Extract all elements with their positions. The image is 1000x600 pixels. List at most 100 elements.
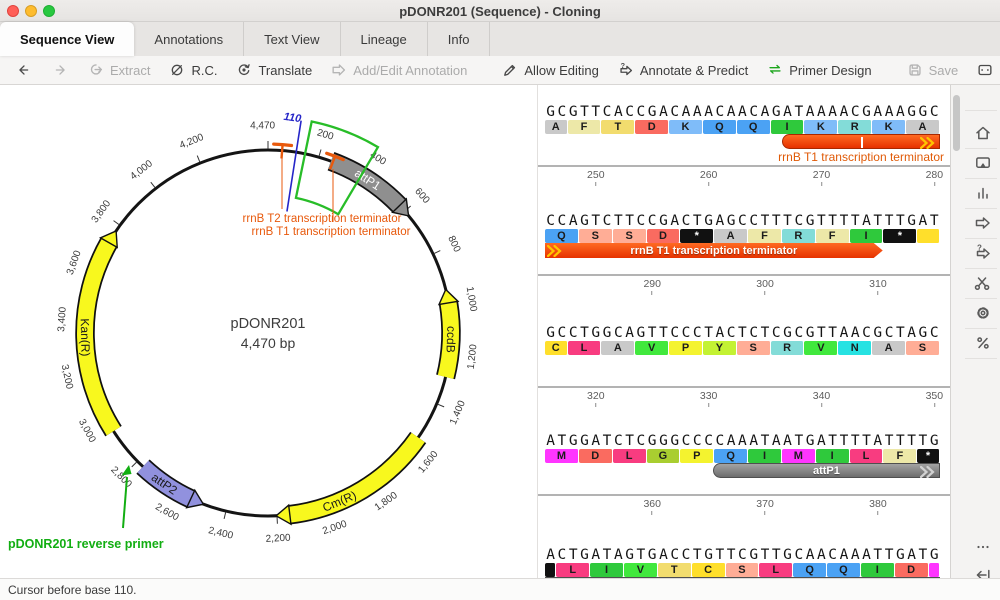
- amino-acid-S: S: [737, 341, 771, 355]
- forward-icon: [51, 61, 69, 79]
- percent-icon[interactable]: [966, 331, 1000, 355]
- amino-acid-V: V: [624, 563, 658, 577]
- plasmid-size: 4,470 bp: [241, 335, 296, 351]
- amino-acid-K: K: [872, 120, 906, 134]
- amino-acid-partial: [545, 563, 556, 577]
- amino-acid-S: S: [613, 229, 647, 243]
- window-title: pDONR201 (Sequence) - Cloning: [0, 4, 1000, 19]
- dna-row[interactable]: GCGTTCACCGACAAACAACAGATAAAACGAAAGGC: [545, 104, 940, 120]
- amino-acid-F: F: [816, 229, 850, 243]
- dna-row[interactable]: ACTGATAGTGACCTGTTCGTTGCAACAAATTGATG: [545, 547, 940, 563]
- ellipsis-icon[interactable]: [966, 535, 1000, 559]
- amino-acid-T: T: [601, 120, 635, 134]
- feature-zone: rrnB T1 transcription terminator: [545, 243, 940, 273]
- ruler-tick-290: 290: [643, 278, 661, 295]
- amino-acid-partial: [917, 229, 940, 243]
- amino-acid-I: I: [748, 449, 782, 463]
- feature-bar-rrnB-T1-transcription-terminator[interactable]: rrnB T1 transcription terminator: [545, 243, 883, 258]
- translation-row: QSSD*AFRFI*: [545, 229, 940, 243]
- toolbar: ExtractR.C.TranslateAdd/Edit AnnotationA…: [0, 56, 1000, 85]
- allow-editing-button[interactable]: Allow Editing: [494, 58, 605, 82]
- add-edit-annotation-label: Add/Edit Annotation: [353, 63, 467, 78]
- save-button: Save: [899, 58, 966, 82]
- translation-row: CLAVPYSRVNAS: [545, 341, 940, 355]
- monitor-icon[interactable]: [966, 151, 1000, 175]
- svg-text:?: ?: [977, 244, 982, 253]
- tab-text-view[interactable]: Text View: [244, 22, 340, 56]
- amino-acid-A: A: [601, 341, 635, 355]
- home-icon[interactable]: [966, 121, 1000, 145]
- sequence-panel[interactable]: GCGTTCACCGACAAACAACAGATAAAACGAAAGGCAFTDK…: [538, 85, 950, 578]
- panel-toggle-button[interactable]: [969, 58, 1000, 82]
- map-tick-label: 3,200: [59, 363, 75, 390]
- plasmid-name: pDONR201: [231, 316, 306, 332]
- back-button[interactable]: [8, 58, 40, 82]
- translate-label: Translate: [258, 63, 312, 78]
- dna-row[interactable]: CCAGTCTTCCGACTGAGCCTTTCGTTTTATTTGAT: [545, 213, 940, 229]
- scissors-icon[interactable]: [966, 271, 1000, 295]
- map-tick-label: 3,400: [56, 306, 69, 332]
- amino-acid-F: F: [748, 229, 782, 243]
- ruler-tick-340: 340: [813, 390, 831, 407]
- map-tick-label: 600: [412, 186, 432, 206]
- ruler-tick-300: 300: [756, 278, 774, 295]
- feature-label-Kan(R): Kan(R): [78, 318, 93, 356]
- annotate-predict-icon[interactable]: ?: [966, 241, 1000, 265]
- primer-design-button[interactable]: Primer Design: [759, 58, 878, 82]
- map-origin-label: 4,470: [250, 121, 275, 132]
- feature-bar-attP1[interactable]: attP1: [713, 463, 940, 478]
- map-tick: [319, 149, 321, 156]
- translation-row: LIVTCSLQQID: [545, 563, 940, 577]
- plasmid-map[interactable]: 2004006008001,0001,2001,4001,6001,8002,0…: [0, 85, 538, 578]
- ruler-line: [538, 494, 950, 496]
- bar-chart-icon[interactable]: [966, 181, 1000, 205]
- feature-annotation-label: rrnB T1 transcription terminator: [778, 150, 944, 164]
- primer-design-label: Primer Design: [789, 63, 871, 78]
- strip-separator: [965, 358, 997, 359]
- amino-acid-Q: Q: [545, 229, 579, 243]
- dna-row[interactable]: GCCTGGCAGTTCCCTACTCTCGCGTTAACGCTAGC: [545, 325, 940, 341]
- strip-separator: [965, 148, 997, 149]
- amino-acid-L: L: [850, 449, 884, 463]
- tab-sequence-view[interactable]: Sequence View: [0, 22, 134, 56]
- terminator-symbol-cap: [274, 144, 292, 145]
- strip-separator: [965, 110, 997, 111]
- annotate-predict-button[interactable]: ?Annotate & Predict: [610, 58, 755, 82]
- amino-acid-partial: [929, 563, 940, 577]
- map-tick: [132, 462, 137, 467]
- strip-separator: [965, 238, 997, 239]
- map-tick-label: 200: [316, 127, 336, 142]
- amino-acid-A: A: [906, 120, 940, 134]
- amino-acid-P: P: [669, 341, 703, 355]
- ruler: 360370380: [545, 494, 940, 514]
- plasmid-map-panel[interactable]: 2004006008001,0001,2001,4001,6001,8002,0…: [0, 85, 538, 578]
- strip-separator: [965, 178, 997, 179]
- cursor-label: 110: [283, 111, 303, 125]
- gear-icon[interactable]: [966, 301, 1000, 325]
- translate-button[interactable]: Translate: [228, 58, 319, 82]
- amino-acid-L: L: [759, 563, 793, 577]
- amino-acid-G: G: [647, 449, 681, 463]
- r-c--button[interactable]: R.C.: [161, 58, 224, 82]
- tab-info[interactable]: Info: [428, 22, 491, 56]
- arrow-right-icon[interactable]: [966, 211, 1000, 235]
- amino-acid-*: *: [680, 229, 714, 243]
- ruler-tick-280: 280: [926, 169, 944, 186]
- amino-acid-P: P: [680, 449, 714, 463]
- sequence-block-386: ACTGATAGTGACCTGTTCGTTGCAACAAATTGATGLIVTC…: [545, 547, 940, 578]
- feature-bar-rrnB-T1-transcription-terminator[interactable]: [782, 134, 940, 149]
- sequence-area[interactable]: GCGTTCACCGACAAACAACAGATAAAACGAAAGGCAFTDK…: [545, 85, 940, 578]
- dna-row[interactable]: ATGGATCTCGGGCCCCAAATAATGATTTTATTTTG: [545, 433, 940, 449]
- amino-acid-A: A: [872, 341, 906, 355]
- extract-icon: [87, 61, 105, 79]
- ruler-tick-310: 310: [869, 278, 887, 295]
- ruler-tick-360: 360: [643, 498, 661, 515]
- tab-annotations[interactable]: Annotations: [134, 22, 244, 56]
- map-tick-label: 1,000: [464, 286, 479, 313]
- amino-acid-V: V: [635, 341, 669, 355]
- tab-bar: Sequence ViewAnnotationsText ViewLineage…: [0, 22, 1000, 56]
- terminator-symbol-stem[interactable]: [282, 145, 283, 159]
- tab-lineage[interactable]: Lineage: [341, 22, 428, 56]
- scrollbar-thumb[interactable]: [953, 95, 960, 151]
- feature-zone: attP1: [545, 463, 940, 493]
